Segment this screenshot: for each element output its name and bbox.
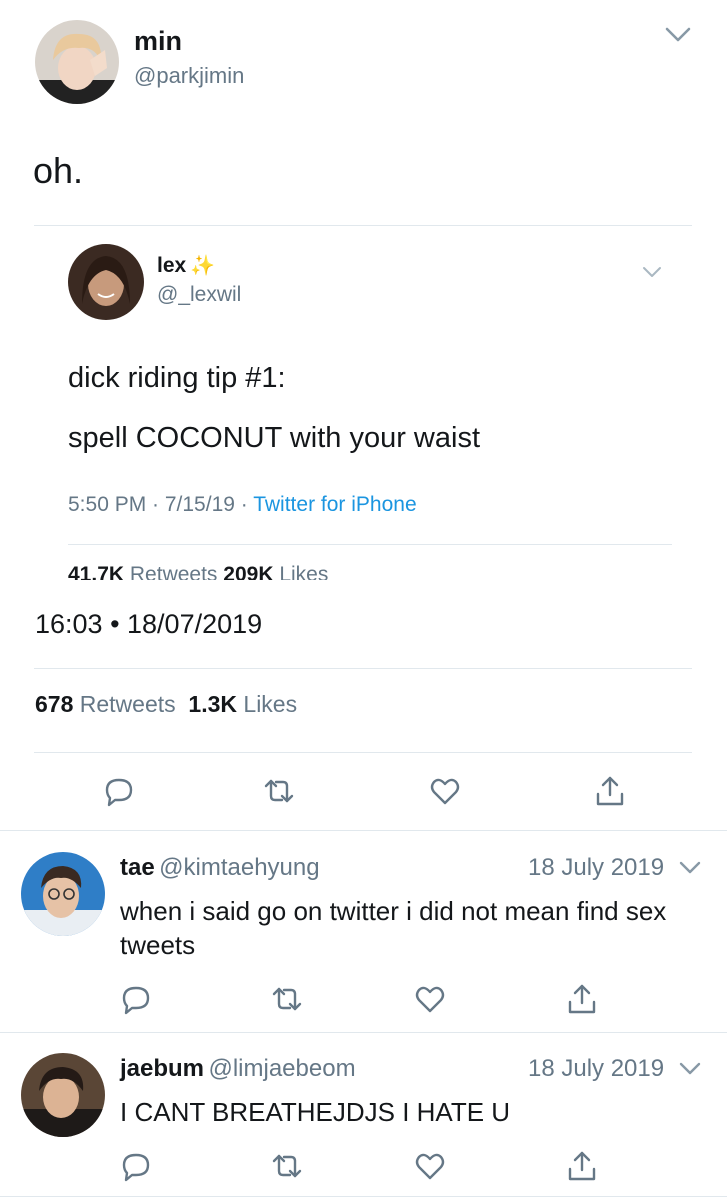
quoted-author-name-text: lex bbox=[157, 253, 187, 277]
quoted-retweets-label: Retweets bbox=[129, 563, 218, 580]
divider bbox=[34, 752, 692, 753]
quoted-tweet-time: 5:50 PM · 7/15/19 · bbox=[68, 493, 254, 516]
reply-header: tae @kimtaehyung bbox=[120, 854, 320, 882]
chevron-down-icon[interactable] bbox=[678, 1061, 702, 1077]
quoted-retweets-count: 41.7K bbox=[68, 563, 125, 580]
divider bbox=[0, 830, 727, 831]
divider bbox=[34, 668, 692, 669]
quoted-likes-count: 209K bbox=[223, 563, 274, 580]
reply-icon[interactable] bbox=[119, 1149, 153, 1183]
author-name[interactable]: min bbox=[134, 26, 182, 57]
quoted-tweet-source[interactable]: Twitter for iPhone bbox=[253, 493, 416, 516]
divider bbox=[0, 1196, 727, 1197]
retweet-icon[interactable] bbox=[270, 982, 304, 1016]
reply-author-handle[interactable]: @limjaebeom bbox=[208, 1055, 355, 1082]
tweet-text: oh. bbox=[33, 150, 84, 191]
reply-icon[interactable] bbox=[102, 774, 136, 808]
avatar-lex[interactable] bbox=[68, 244, 144, 320]
chevron-down-icon[interactable] bbox=[642, 265, 662, 279]
tweet-timestamp: 16:03 • 18/07/2019 bbox=[35, 609, 263, 639]
avatar-jaebum[interactable] bbox=[21, 1053, 105, 1137]
reply-header: jaebum @limjaebeom bbox=[120, 1055, 356, 1083]
chevron-down-icon[interactable] bbox=[665, 26, 691, 44]
quoted-author-name[interactable]: lex ✨ bbox=[157, 253, 215, 278]
tweet-stats: 678 Retweets 1.3K Likes bbox=[35, 691, 297, 718]
quoted-author-handle[interactable]: @_lexwil bbox=[157, 283, 241, 307]
reply-author-handle[interactable]: @kimtaehyung bbox=[159, 854, 319, 881]
retweets-label[interactable]: Retweets bbox=[80, 691, 176, 717]
sparkles-icon: ✨ bbox=[190, 255, 216, 277]
likes-count[interactable]: 1.3K bbox=[188, 691, 237, 717]
quoted-tweet-meta: 5:50 PM · 7/15/19 · Twitter for iPhone bbox=[68, 493, 417, 517]
quoted-tweet-line-1: dick riding tip #1: bbox=[68, 362, 286, 394]
share-icon[interactable] bbox=[593, 774, 627, 808]
retweet-icon[interactable] bbox=[270, 1149, 304, 1183]
like-icon[interactable] bbox=[428, 774, 462, 808]
share-icon[interactable] bbox=[565, 1149, 599, 1183]
retweets-count[interactable]: 678 bbox=[35, 691, 73, 717]
quoted-likes-label: Likes bbox=[279, 563, 329, 580]
like-icon[interactable] bbox=[413, 1149, 447, 1183]
reply-date: 18 July 2019 bbox=[528, 854, 665, 881]
reply-date: 18 July 2019 bbox=[528, 1055, 665, 1082]
likes-label[interactable]: Likes bbox=[243, 691, 297, 717]
divider bbox=[68, 544, 672, 545]
avatar-tae[interactable] bbox=[21, 852, 105, 936]
reply-author-name[interactable]: jaebum bbox=[120, 1055, 204, 1082]
author-handle[interactable]: @parkjimin bbox=[134, 63, 244, 89]
reply-author-name[interactable]: tae bbox=[120, 854, 155, 881]
divider bbox=[0, 1032, 727, 1033]
quoted-tweet-line-2: spell COCONUT with your waist bbox=[68, 422, 481, 454]
avatar-min[interactable] bbox=[35, 20, 119, 104]
reply-text: I CANT BREATHEJDJS I HATE U bbox=[120, 1097, 511, 1127]
share-icon[interactable] bbox=[565, 982, 599, 1016]
chevron-down-icon[interactable] bbox=[678, 860, 702, 876]
retweet-icon[interactable] bbox=[262, 774, 296, 808]
reply-text: when i said go on twitter i did not mean… bbox=[120, 896, 667, 960]
quoted-tweet-counts: 41.7K Retweets 209K Likes bbox=[68, 563, 328, 580]
like-icon[interactable] bbox=[413, 982, 447, 1016]
reply-icon[interactable] bbox=[119, 982, 153, 1016]
divider bbox=[34, 225, 692, 226]
